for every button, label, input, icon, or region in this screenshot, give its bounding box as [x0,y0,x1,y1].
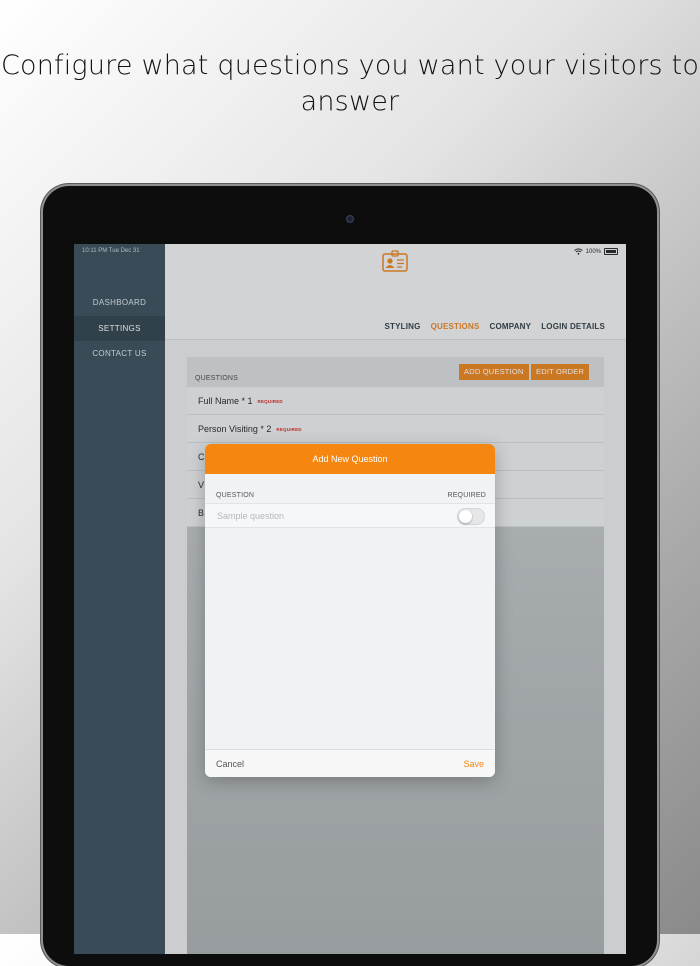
save-button[interactable]: Save [463,759,484,769]
toggle-knob [459,510,472,523]
required-column-label: REQUIRED [447,492,486,499]
cancel-button[interactable]: Cancel [216,759,244,769]
add-question-modal: Add New Question QUESTION REQUIRED Cance… [205,444,495,777]
question-input[interactable] [215,507,439,525]
app-screen: 10:11 PM Tue Dec 31 DASHBOARD SETTINGS C… [74,244,626,954]
question-column-label: QUESTION [216,492,255,499]
camera-icon [346,215,354,223]
modal-footer: Cancel Save [205,749,495,777]
headline: Configure what questions you want your v… [0,50,700,117]
required-toggle[interactable] [457,508,485,525]
ipad-frame: 10:11 PM Tue Dec 31 DASHBOARD SETTINGS C… [43,186,657,966]
modal-title: Add New Question [205,444,495,474]
question-input-row [205,503,495,528]
